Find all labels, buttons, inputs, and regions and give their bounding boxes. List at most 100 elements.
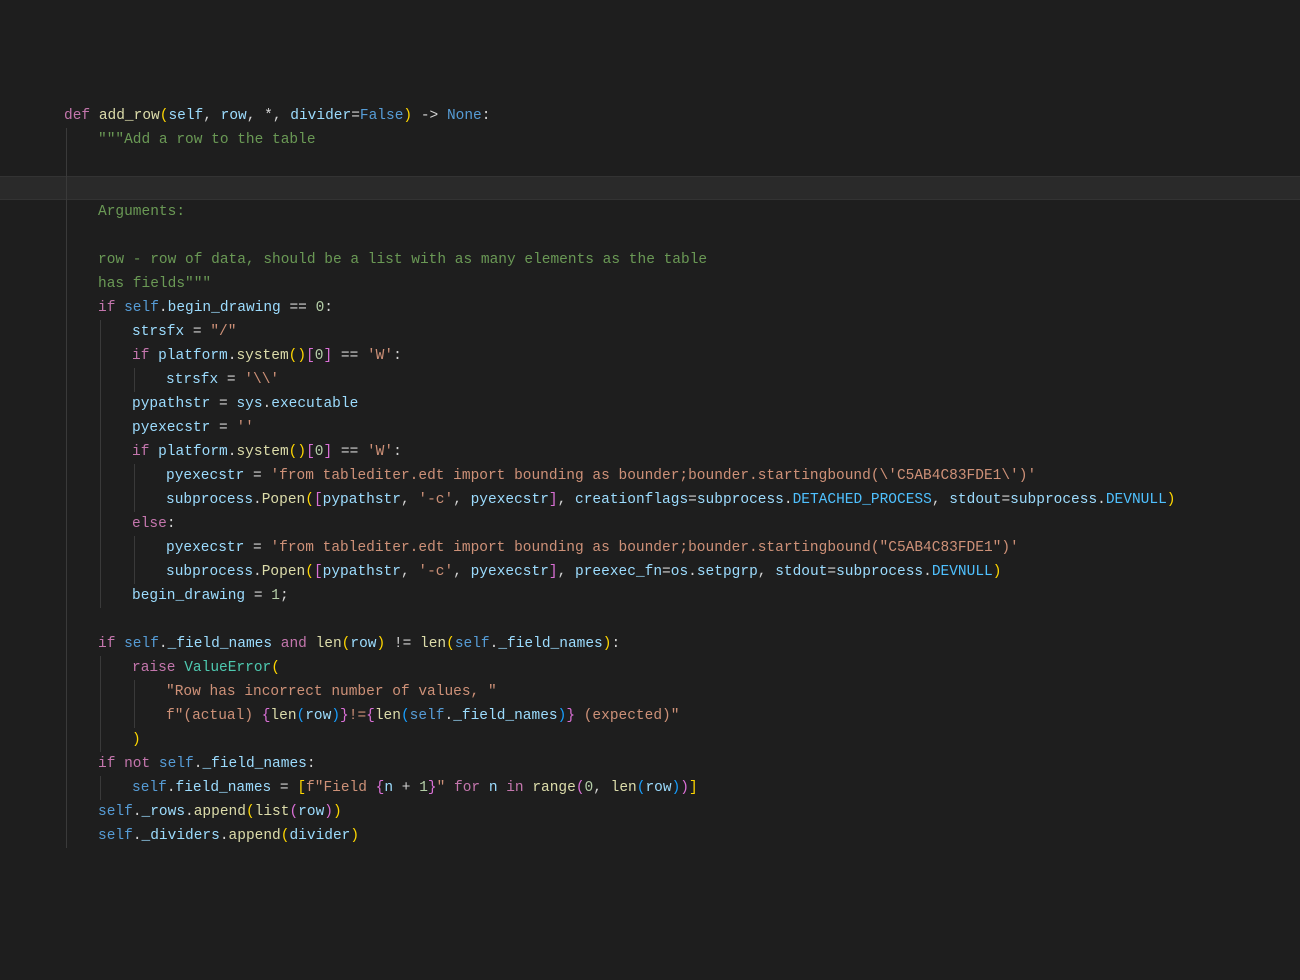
- code-line[interactable]: strsfx = "/": [0, 320, 1300, 344]
- code-token: divider: [290, 108, 351, 124]
- code-token: =: [688, 492, 697, 508]
- code-token: DEVNULL: [932, 564, 993, 580]
- code-line[interactable]: pyexecstr = 'from tablediter.edt import …: [0, 464, 1300, 488]
- code-token: "/": [210, 324, 236, 340]
- code-token: =: [184, 324, 210, 340]
- code-token: divider: [289, 828, 350, 844]
- code-line[interactable]: self._rows.append(list(row)): [0, 800, 1300, 824]
- code-token: self: [98, 828, 133, 844]
- code-token: =: [244, 468, 270, 484]
- code-line[interactable]: self.field_names = [f"Field {n + 1}" for…: [0, 776, 1300, 800]
- code-token: [: [297, 780, 306, 796]
- code-line[interactable]: strsfx = '\\': [0, 368, 1300, 392]
- code-token: field_names: [176, 780, 272, 796]
- code-token: pypathstr: [323, 564, 401, 580]
- code-line-content: "Row has incorrect number of values, ": [0, 680, 497, 704]
- code-token: (: [246, 804, 255, 820]
- code-line[interactable]: if not self._field_names:: [0, 752, 1300, 776]
- code-line[interactable]: Arguments:: [0, 200, 1300, 224]
- code-token: ,: [558, 564, 575, 580]
- code-line-content: Arguments:: [0, 200, 185, 224]
- code-token: subprocess: [1010, 492, 1097, 508]
- code-line-content: subprocess.Popen([pypathstr, '-c', pyexe…: [0, 488, 1175, 512]
- code-token: :: [393, 444, 402, 460]
- code-token: len: [270, 708, 296, 724]
- code-token: ,: [453, 492, 470, 508]
- code-token: system: [236, 444, 288, 460]
- code-line[interactable]: def add_row(self, row, *, divider=False)…: [0, 104, 1300, 128]
- code-token: append: [194, 804, 246, 820]
- code-token: (expected)": [575, 708, 679, 724]
- code-line-content: f"(actual) {len(row)}!={len(self._field_…: [0, 704, 679, 728]
- code-line[interactable]: raise ValueError(: [0, 656, 1300, 680]
- code-line[interactable]: [0, 224, 1300, 248]
- code-line[interactable]: subprocess.Popen([pypathstr, '-c', pyexe…: [0, 488, 1300, 512]
- code-token: ): [297, 444, 306, 460]
- code-line[interactable]: ): [0, 728, 1300, 752]
- code-token: .: [220, 828, 229, 844]
- code-token: ,: [453, 564, 470, 580]
- code-line[interactable]: f"(actual) {len(row)}!={len(self._field_…: [0, 704, 1300, 728]
- code-line-content: pypathstr = sys.executable: [0, 392, 358, 416]
- code-line[interactable]: if self._field_names and len(row) != len…: [0, 632, 1300, 656]
- code-token: '-c': [418, 492, 453, 508]
- code-line[interactable]: """Add a row to the table: [0, 128, 1300, 152]
- code-line[interactable]: pyexecstr = 'from tablediter.edt import …: [0, 536, 1300, 560]
- code-token: ): [324, 804, 333, 820]
- code-token: .: [253, 564, 262, 580]
- code-token: self: [455, 636, 490, 652]
- code-line-content: strsfx = '\\': [0, 368, 279, 392]
- code-line[interactable]: [0, 152, 1300, 176]
- code-token: ): [297, 348, 306, 364]
- code-token: Arguments:: [98, 204, 185, 220]
- code-token: append: [229, 828, 281, 844]
- code-token: [445, 780, 454, 796]
- code-line[interactable]: self._dividers.append(divider): [0, 824, 1300, 848]
- code-token: strsfx: [166, 372, 218, 388]
- code-token: ,: [401, 492, 418, 508]
- code-line[interactable]: if self.begin_drawing == 0:: [0, 296, 1300, 320]
- code-token: ,: [401, 564, 418, 580]
- code-line[interactable]: pyexecstr = '': [0, 416, 1300, 440]
- code-token: stdout: [949, 492, 1001, 508]
- code-line[interactable]: if platform.system()[0] == 'W':: [0, 344, 1300, 368]
- code-token: pyexecstr: [471, 564, 549, 580]
- code-token: [: [314, 492, 323, 508]
- code-token: (: [305, 564, 314, 580]
- code-token: (: [281, 828, 290, 844]
- code-line[interactable]: begin_drawing = 1;: [0, 584, 1300, 608]
- code-token: row - row of data, should be a list with…: [98, 252, 707, 268]
- code-token: system: [236, 348, 288, 364]
- code-token: .: [784, 492, 793, 508]
- code-token: +: [393, 780, 419, 796]
- code-token: setpgrp: [697, 564, 758, 580]
- code-token: _field_names: [453, 708, 557, 724]
- code-line[interactable]: subprocess.Popen([pypathstr, '-c', pyexe…: [0, 560, 1300, 584]
- code-line[interactable]: row - row of data, should be a list with…: [0, 248, 1300, 272]
- code-token: .: [253, 492, 262, 508]
- code-line[interactable]: if platform.system()[0] == 'W':: [0, 440, 1300, 464]
- code-line[interactable]: else:: [0, 512, 1300, 536]
- code-token: _field_names: [202, 756, 306, 772]
- code-line[interactable]: pypathstr = sys.executable: [0, 392, 1300, 416]
- code-token: 1: [271, 588, 280, 604]
- code-token: ,: [558, 492, 575, 508]
- code-token: ]: [549, 492, 558, 508]
- code-token: def: [64, 108, 99, 124]
- code-line[interactable]: [0, 176, 1300, 200]
- code-token: :: [167, 516, 176, 532]
- code-token: [: [306, 348, 315, 364]
- code-token: 'from tablediter.edt import bounding as …: [270, 540, 1018, 556]
- code-token: DEVNULL: [1106, 492, 1167, 508]
- code-token: DETACHED_PROCESS: [793, 492, 932, 508]
- code-line[interactable]: has fields""": [0, 272, 1300, 296]
- code-line[interactable]: "Row has incorrect number of values, ": [0, 680, 1300, 704]
- code-token: pyexecstr: [166, 540, 244, 556]
- code-token: _field_names: [168, 636, 272, 652]
- code-token: row: [645, 780, 671, 796]
- code-token: ": [437, 780, 446, 796]
- code-token: subprocess: [166, 492, 253, 508]
- code-token: if: [98, 756, 124, 772]
- code-line[interactable]: [0, 608, 1300, 632]
- code-editor[interactable]: def add_row(self, row, *, divider=False)…: [0, 96, 1300, 860]
